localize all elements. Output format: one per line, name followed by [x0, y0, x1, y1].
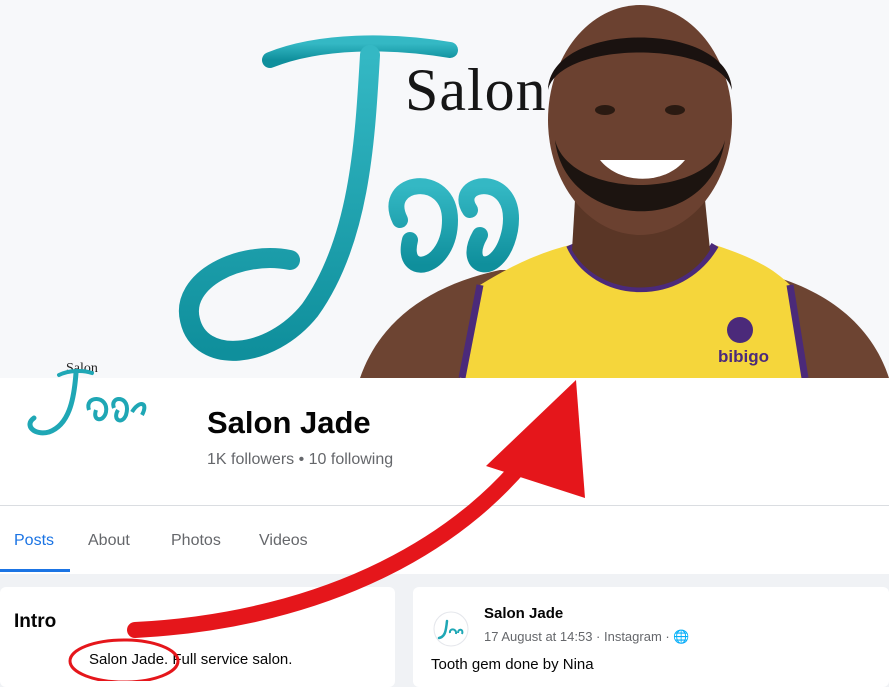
jersey-text: bibigo: [718, 347, 769, 366]
post-avatar[interactable]: [433, 611, 469, 647]
intro-title: Intro: [14, 611, 57, 632]
tab-bar: Posts About Photos Videos: [0, 505, 889, 574]
intro-text: Salon Jade. Full service salon.: [89, 651, 293, 668]
active-tab-indicator: [0, 569, 70, 572]
post-author[interactable]: Salon Jade: [484, 605, 563, 622]
post-body: Tooth gem done by Nina: [431, 656, 594, 673]
post-card: Salon Jade 17 August at 14:53 · Instagra…: [413, 587, 889, 687]
post-meta[interactable]: 17 August at 14:53 · Instagram · 🌐: [484, 629, 690, 645]
tab-posts[interactable]: Posts: [14, 532, 54, 550]
page-stats[interactable]: 1K followers • 10 following: [207, 451, 393, 469]
profile-logo[interactable]: Salon: [14, 340, 154, 455]
tab-videos[interactable]: Videos: [259, 532, 308, 550]
page-title: Salon Jade: [207, 405, 371, 440]
person-photo: bibigo: [360, 5, 889, 378]
cover-photo[interactable]: Salon bibigo: [0, 0, 889, 378]
tab-about[interactable]: About: [88, 532, 130, 550]
intro-card: Intro Salon Jade. Full service salon.: [0, 587, 395, 687]
tab-photos[interactable]: Photos: [171, 532, 221, 550]
